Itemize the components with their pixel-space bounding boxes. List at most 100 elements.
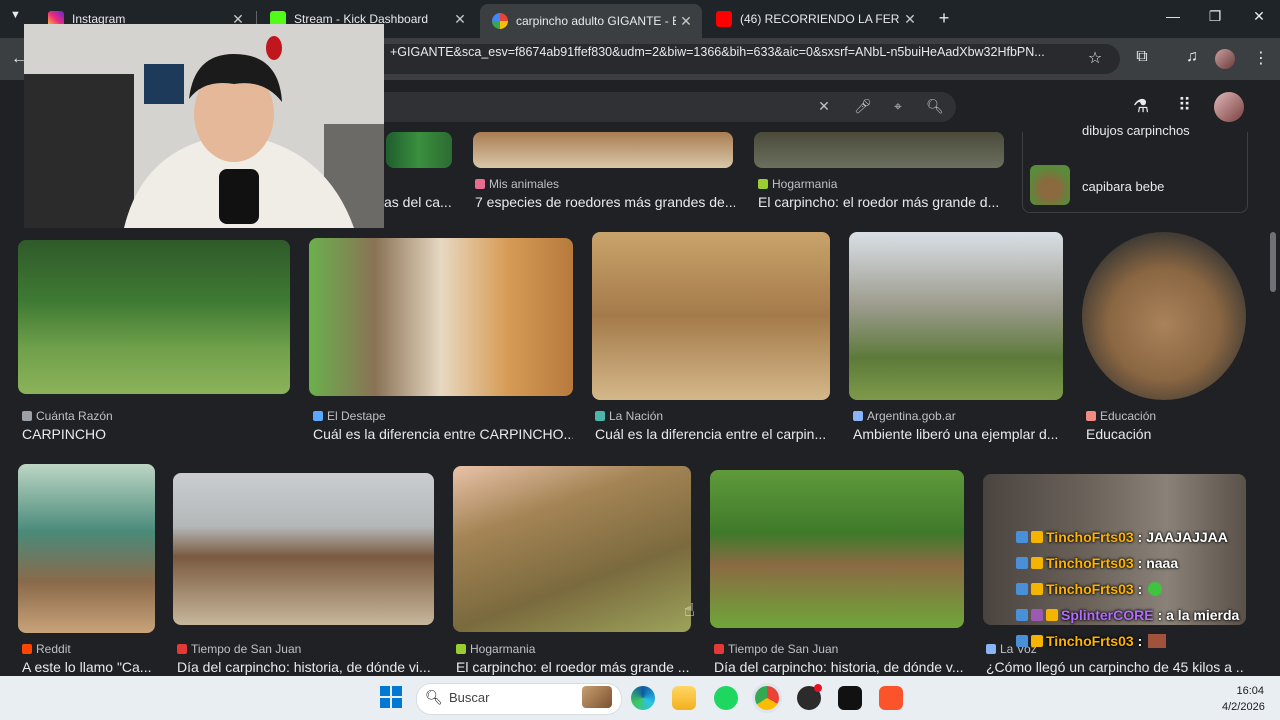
chat-message: TinchoFrts03 : naaa <box>1016 550 1239 576</box>
clear-icon[interactable]: ✕ <box>814 98 834 115</box>
media-controls-icon[interactable]: ♫ <box>1181 48 1203 66</box>
result-title[interactable]: A este lo llamo "Ca... <box>22 659 157 675</box>
chat-username: TinchoFrts03 <box>1046 633 1134 649</box>
source-favicon-icon <box>475 179 485 189</box>
chat-username: TinchoFrts03 <box>1046 555 1134 571</box>
source-name: Educación <box>1100 409 1157 423</box>
result-title[interactable]: Día del carpincho: historia, de dónde vi… <box>177 659 435 675</box>
edge-icon[interactable] <box>631 686 655 710</box>
chat-text: : <box>1137 581 1143 597</box>
result-title[interactable]: Educación <box>1086 426 1246 442</box>
chrome-icon[interactable] <box>755 686 779 710</box>
address-url[interactable]: +GIGANTE&sca_esv=f8674ab91ffef830&udm=2&… <box>390 45 1080 59</box>
result-title[interactable]: Ambiente liberó una ejemplar d... <box>853 426 1063 442</box>
source-favicon-icon <box>456 644 466 654</box>
tab-google-search[interactable]: carpincho adulto GIGANTE - Bu ✕ <box>480 4 702 38</box>
apps-grid-icon[interactable]: ⠿ <box>1178 95 1191 116</box>
result-image[interactable] <box>18 240 290 394</box>
stream-chat-overlay: TinchoFrts03 : JAAJAJJAA TinchoFrts03 : … <box>1016 524 1239 654</box>
file-explorer-icon[interactable] <box>672 686 696 710</box>
subscriber-badge-icon <box>1016 557 1028 569</box>
source-favicon-icon <box>758 179 768 189</box>
search-icon[interactable]: 🔍︎ <box>925 98 945 115</box>
tab-youtube[interactable]: (46) RECORRIENDO LA FERIA M ✕ <box>704 4 926 34</box>
source-favicon-icon <box>595 411 605 421</box>
result-title[interactable]: ¿Cómo llegó un carpincho de 45 kilos a .… <box>986 659 1244 675</box>
result-title[interactable]: El carpincho: el roedor más grande ... <box>456 659 692 675</box>
minimize-icon[interactable]: — <box>1158 8 1188 24</box>
result-image[interactable] <box>1082 232 1246 400</box>
close-icon[interactable]: ✕ <box>900 11 920 28</box>
result-source[interactable]: Argentina.gob.ar <box>853 409 956 423</box>
source-favicon-icon <box>22 411 32 421</box>
result-image[interactable] <box>18 464 155 633</box>
lens-icon[interactable]: ⌖ <box>888 98 908 115</box>
chat-message: TinchoFrts03 : <box>1016 628 1239 654</box>
profile-avatar[interactable] <box>1215 49 1235 69</box>
result-title[interactable]: El carpincho: el roedor más grande d... <box>758 194 1003 210</box>
taskbar-clock[interactable]: 16:04 4/2/2026 <box>1222 683 1265 715</box>
chat-text: : <box>1137 633 1143 649</box>
result-image[interactable] <box>386 132 452 168</box>
result-image[interactable] <box>453 466 691 632</box>
result-title[interactable]: Día del carpincho: historia, de dónde v.… <box>714 659 964 675</box>
related-thumbnail[interactable] <box>1030 165 1070 205</box>
result-image[interactable] <box>710 470 964 628</box>
result-image[interactable] <box>173 473 434 625</box>
result-source[interactable]: Tiempo de San Juan <box>714 642 838 656</box>
result-source[interactable]: El Destape <box>313 409 386 423</box>
new-tab-icon[interactable]: + <box>934 8 954 28</box>
tab-search-icon[interactable]: ▼ <box>10 9 21 21</box>
result-image[interactable] <box>309 238 573 396</box>
brave-icon[interactable] <box>879 686 903 710</box>
result-source[interactable]: Reddit <box>22 642 71 656</box>
chat-text: : naaa <box>1137 555 1179 571</box>
result-source[interactable]: Hogarmania <box>456 642 535 656</box>
tiktok-icon[interactable] <box>838 686 862 710</box>
source-name: Reddit <box>36 642 71 656</box>
result-source[interactable]: Cuánta Razón <box>22 409 113 423</box>
close-icon[interactable]: ✕ <box>450 11 470 28</box>
scroll-thumb[interactable] <box>1270 232 1276 292</box>
menu-icon[interactable]: ⋮ <box>1250 48 1272 68</box>
result-title[interactable]: 7 especies de roedores más grandes de... <box>475 194 735 210</box>
chat-username: SplinterCORE <box>1061 607 1154 623</box>
page-scrollbar[interactable] <box>1268 80 1280 676</box>
result-source[interactable]: Mis animales <box>475 177 559 191</box>
source-name: El Destape <box>327 409 386 423</box>
result-source[interactable]: Hogarmania <box>758 177 837 191</box>
microphone-icon[interactable]: 🎤︎ <box>853 98 873 115</box>
source-favicon-icon <box>177 644 187 654</box>
start-menu-icon[interactable] <box>380 686 402 708</box>
extensions-icon[interactable]: ⧉ <box>1131 48 1153 66</box>
labs-flask-icon[interactable]: ⚗ <box>1133 96 1149 117</box>
close-icon[interactable]: ✕ <box>676 13 696 30</box>
result-title[interactable]: CARPINCHO <box>22 426 292 442</box>
result-image[interactable] <box>592 232 830 400</box>
close-window-icon[interactable]: ✕ <box>1244 8 1274 25</box>
result-source[interactable]: Tiempo de San Juan <box>177 642 301 656</box>
result-title[interactable]: Cuál es la diferencia entre CARPINCHO... <box>313 426 573 442</box>
maximize-icon[interactable]: ❐ <box>1200 8 1230 25</box>
moderator-badge-icon <box>1031 609 1043 621</box>
related-item-label[interactable]: capibara bebe <box>1082 179 1164 194</box>
related-item-label[interactable]: dibujos carpinchos <box>1082 123 1190 138</box>
spotify-icon[interactable] <box>714 686 738 710</box>
subscriber-badge-icon <box>1016 583 1028 595</box>
result-title[interactable]: Cuál es la diferencia entre el carpin... <box>595 426 830 442</box>
bookmark-star-icon[interactable]: ☆ <box>1084 48 1106 68</box>
source-favicon-icon <box>313 411 323 421</box>
result-image[interactable] <box>473 132 733 168</box>
result-title[interactable]: as del ca... <box>384 194 454 210</box>
result-source[interactable]: Educación <box>1086 409 1156 423</box>
result-source[interactable]: La Nación <box>595 409 663 423</box>
notification-dot-icon <box>814 684 822 692</box>
chat-username: TinchoFrts03 <box>1046 529 1134 545</box>
result-image[interactable] <box>849 232 1063 400</box>
account-avatar[interactable] <box>1214 92 1244 122</box>
taskbar-search-placeholder[interactable]: Buscar <box>449 690 489 705</box>
source-name: Mis animales <box>489 177 560 191</box>
subscriber-badge-icon <box>1016 609 1028 621</box>
chat-username: TinchoFrts03 <box>1046 581 1134 597</box>
result-image[interactable] <box>754 132 1004 168</box>
